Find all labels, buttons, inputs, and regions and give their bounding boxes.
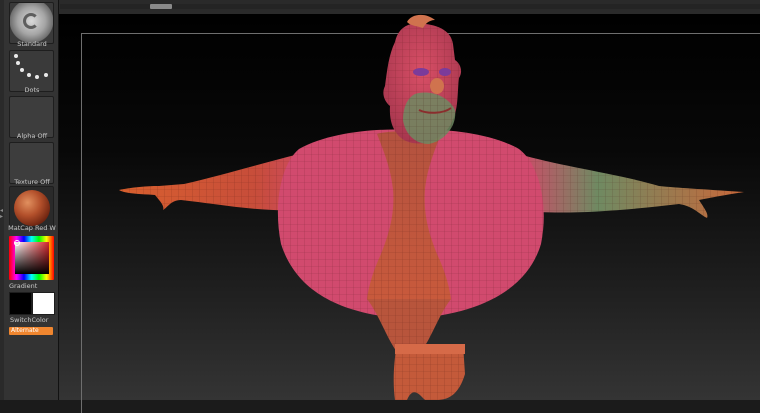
material-label: MatCap Red W: [8, 224, 56, 232]
color-picker[interactable]: [9, 236, 54, 280]
material-selector-button[interactable]: [9, 186, 54, 228]
alpha-label: Alpha Off: [16, 132, 48, 140]
texture-label: Texture Off: [14, 178, 50, 186]
gradient-label: Gradient: [9, 282, 38, 290]
scrollbar-thumb[interactable]: [150, 4, 172, 9]
alternate-button[interactable]: Alternate: [9, 327, 53, 335]
character-model[interactable]: [59, 14, 760, 400]
torso: [277, 129, 544, 354]
brush-label: Standard: [17, 40, 47, 48]
stroke-label: Dots: [24, 86, 40, 94]
top-toolbar: [0, 0, 760, 15]
right-arm: [519, 154, 744, 218]
head: [383, 14, 462, 144]
matcap-sphere-icon: [14, 190, 50, 226]
switch-color-label[interactable]: SwitchColor: [10, 316, 66, 324]
primary-color-swatch[interactable]: [9, 292, 32, 315]
shelf-edge: [0, 0, 4, 400]
collapse-arrows-icon[interactable]: ◂ ▸: [0, 208, 4, 220]
saturation-value-square[interactable]: [15, 242, 49, 274]
secondary-color-swatch[interactable]: [32, 292, 55, 315]
standard-brush-icon: [23, 13, 39, 29]
shorts: [393, 344, 465, 400]
color-marker[interactable]: [14, 240, 20, 246]
left-shelf: ◂ ▸ Standard Dots Alpha Off Texture Off M…: [0, 0, 59, 400]
brush-selector-button[interactable]: [9, 2, 54, 44]
